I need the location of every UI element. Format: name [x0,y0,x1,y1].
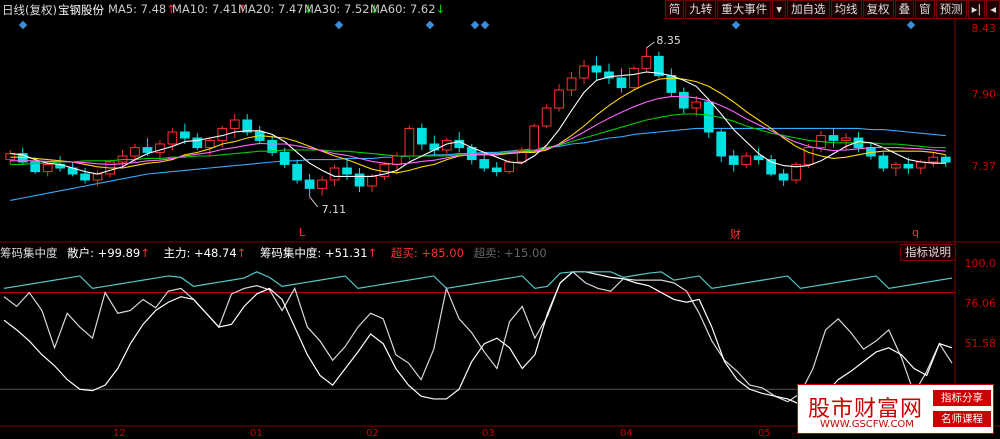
candle-body [591,65,602,73]
candle-body [117,155,128,163]
indicator-tick: 76.06 [964,297,997,310]
price-tick: 7.90 [971,88,997,101]
candle-body [803,147,814,165]
candle-body [753,155,764,161]
candle-body [678,91,689,109]
candle-body [828,135,839,141]
watermark-logo: 股市财富网 WWW.GSCFW.COM 指标分享 名师课程 [797,384,994,434]
candle-body [629,67,639,89]
x-tick: 01 [250,428,263,439]
candle-body [304,179,315,189]
candle-body [466,147,477,161]
candle-body [878,155,889,169]
candle-body [367,175,377,187]
candle-body [716,131,727,157]
candle-body [392,155,402,165]
candle-body [566,77,577,91]
watermark-url: WWW.GSCFW.COM [820,419,914,430]
candle-body [329,167,340,181]
kline-chart[interactable]: 8.35 7.11 [0,0,1000,438]
candle-body [354,173,365,187]
retail-value: 散户: +99.89 [67,246,141,260]
candle-body [728,155,739,165]
candle-body [5,153,16,161]
candle-body [691,101,702,109]
price-tick: 7.37 [971,160,997,173]
candle-body [928,156,939,163]
candle-body [142,147,153,153]
x-tick: 05 [758,428,771,439]
candle-body [204,139,215,149]
candle-body [778,173,789,181]
arrow-up-icon: ↑ [236,246,247,260]
overbuy-value: 超买: +85.00 [390,246,464,260]
event-marker-cai[interactable]: 财 [730,226,741,242]
candle-body [504,161,515,173]
indicator-explain-button[interactable]: 指标说明 [900,244,956,261]
candle-body [903,163,914,169]
candle-body [417,127,427,145]
main-value: 主力: +48.74 [163,246,237,260]
watermark-tag: 指标分享 [933,390,991,406]
candle-body [703,101,714,133]
candle-body [940,156,951,163]
low-label: 7.11 [322,203,347,216]
candle-body [891,163,901,169]
candle-body [342,167,352,175]
candle-body [242,119,253,133]
watermark-tag: 名师课程 [933,411,991,427]
candle-body [80,173,90,181]
indicator-tick: 100.0 [964,257,997,270]
candle-body [404,127,415,157]
x-tick: 12 [113,428,126,439]
high-label: 8.35 [656,34,681,47]
candle-body [292,163,302,181]
main-force-line [3,271,953,403]
indicator-header: 筹码集中度 散户: +99.89↑ 主力: +48.74↑ 筹码集中度: +51… [0,245,1000,261]
event-marker-l[interactable]: L [299,226,305,239]
candle-body [841,137,851,141]
candle-body [491,167,502,173]
x-tick: 04 [620,428,633,439]
oversell-value: 超卖: +15.00 [473,246,547,260]
candle-body [279,151,290,165]
candle-body [529,125,539,151]
candle-body [42,163,53,173]
candle-body [92,173,103,181]
candle-body [229,119,240,129]
high-pointer [646,41,655,49]
low-pointer [309,196,318,208]
candle-body [180,131,190,139]
candle-body [579,65,589,79]
indicator-tick: 51.58 [964,337,997,350]
candle-body [741,155,752,165]
concentration-line [3,271,953,290]
concentration-value: 筹码集中度: +51.31 [259,246,368,260]
candle-body [915,161,926,169]
arrow-up-icon: ↑ [140,246,150,260]
candle-body [317,179,327,189]
candle-body [479,159,490,169]
arrow-up-icon: ↑ [367,246,378,260]
candle-body [641,55,652,69]
candle-body [616,77,627,89]
price-tick: 8.43 [971,22,997,35]
candle-body [541,107,552,127]
event-marker-q[interactable]: q [912,226,919,239]
candle-body [130,147,140,157]
candle-body [554,89,564,109]
x-tick: 03 [482,428,495,439]
candle-body [167,131,178,145]
indicator-name[interactable]: 筹码集中度 [0,246,58,260]
x-tick: 02 [366,428,379,439]
